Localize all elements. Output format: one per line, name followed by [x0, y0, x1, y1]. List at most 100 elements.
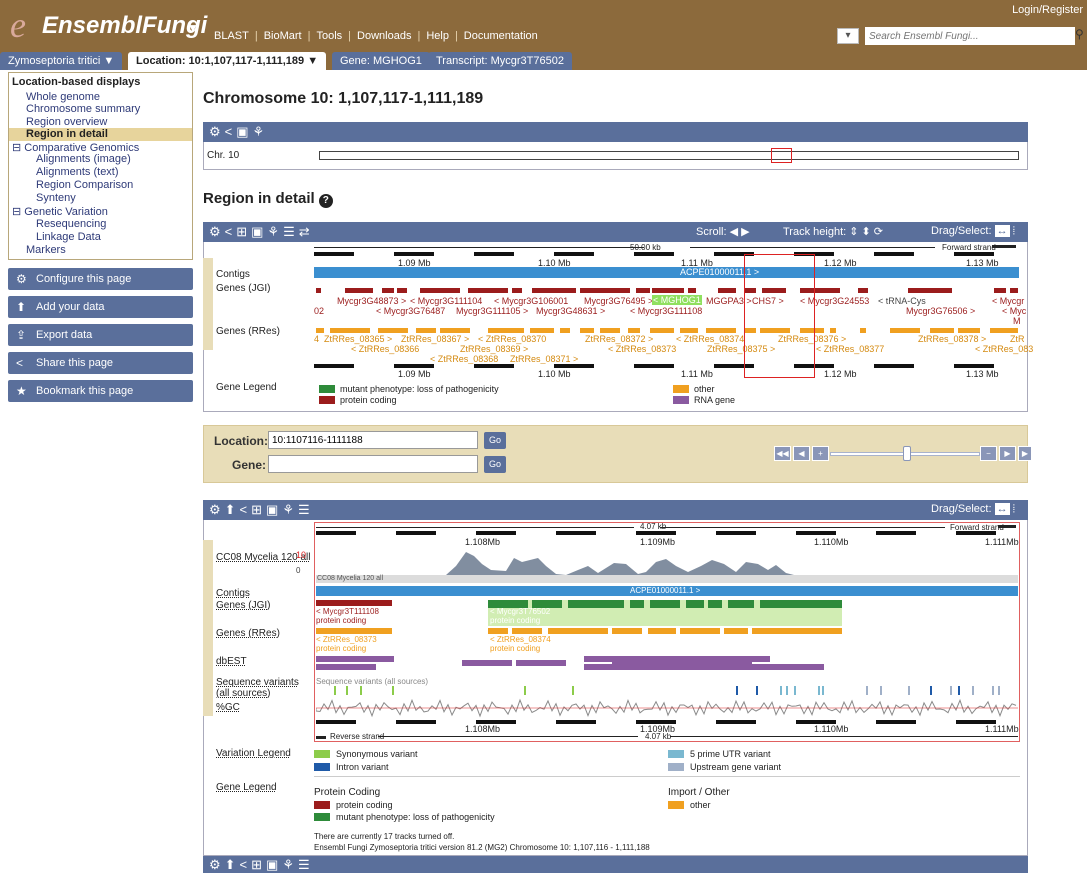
gene-label[interactable]: 4 — [314, 334, 319, 344]
search-scope-dropdown[interactable]: ▾ — [837, 28, 859, 44]
variant-mark[interactable] — [780, 686, 782, 695]
transcript-label[interactable]: < Mycgr3T111108 protein coding — [316, 607, 379, 625]
drag-select-control[interactable]: Drag/Select: ↔ ⦙ — [931, 503, 1015, 516]
sidebar-item-linkage-data[interactable]: Linkage Data — [36, 231, 101, 243]
gene-bar[interactable] — [548, 628, 608, 634]
variant-mark[interactable] — [880, 686, 882, 695]
sidebar-item-markers[interactable]: Markers — [26, 244, 66, 256]
variant-mark[interactable] — [992, 686, 994, 695]
gene-label[interactable]: < ZtRRes_08377 — [816, 344, 884, 354]
panel-tool-icons[interactable]: ⚙<⊞▣⚘☰⇄ — [209, 224, 314, 240]
gene-label[interactable]: 02 — [314, 306, 324, 316]
sidebar-item-alignments-text[interactable]: Alignments (text) — [36, 166, 119, 178]
gene-bar[interactable] — [345, 288, 373, 293]
gene-label[interactable]: ZtRRes_08371 > — [510, 354, 578, 364]
gene-bar[interactable] — [468, 288, 508, 293]
variant-mark[interactable] — [392, 686, 394, 695]
track-handle[interactable] — [203, 258, 213, 350]
gene-bar[interactable] — [688, 288, 696, 293]
variant-mark[interactable] — [572, 686, 574, 695]
login-register-link[interactable]: Login/Register — [1012, 4, 1083, 16]
gene-label[interactable]: Mycgr3G48631 > — [536, 306, 605, 316]
gene-label-mghog1[interactable]: < MGHOG1 — [652, 295, 702, 305]
zoom-in-icon[interactable]: + — [812, 446, 829, 461]
gene-bar[interactable] — [994, 288, 1006, 293]
gene-label[interactable]: < ZtRRes_08366 — [351, 344, 419, 354]
variant-mark[interactable] — [930, 686, 932, 695]
variant-mark[interactable] — [756, 686, 758, 695]
gene-bar[interactable] — [650, 600, 680, 608]
gene-bar[interactable] — [630, 600, 644, 608]
track-label-dbest[interactable]: dbEST — [216, 656, 247, 667]
sidebar-item-resequencing[interactable]: Resequencing — [36, 218, 106, 230]
gene-bar[interactable] — [330, 328, 370, 333]
gene-bar[interactable] — [686, 600, 704, 608]
gene-bar[interactable] — [1012, 328, 1018, 333]
ensembl-logo-icon[interactable]: e — [10, 7, 26, 43]
transcript-bar[interactable] — [316, 600, 392, 606]
drag-select-control[interactable]: Drag/Select: ↔ ⦙ — [931, 225, 1015, 238]
variant-mark[interactable] — [794, 686, 796, 695]
gene-label[interactable]: ZtRRes_08369 > — [460, 344, 528, 354]
bookmark-page-button[interactable]: ★ Bookmark this page — [8, 380, 193, 402]
gene-bar[interactable] — [890, 328, 920, 333]
variant-mark[interactable] — [524, 686, 526, 695]
track-label-contigs[interactable]: Contigs — [216, 588, 250, 599]
collapse-icon[interactable]: ⊟ — [12, 206, 24, 218]
track-handle[interactable] — [203, 540, 213, 716]
gene-label[interactable]: < ZtRRes_083 — [975, 344, 1033, 354]
gene-label[interactable]: ZtRRes_08365 > — [324, 334, 392, 344]
zoom-out-icon[interactable]: − — [980, 446, 997, 461]
gene-label[interactable]: Mycgr3G111105 > — [456, 306, 528, 316]
jump-back-icon[interactable]: ◀◀ — [774, 446, 791, 461]
gene-label[interactable]: < ZtRRes_08370 — [478, 334, 546, 344]
gene-bar[interactable] — [728, 600, 754, 608]
gene-label[interactable]: ZtRRes_08378 > — [918, 334, 986, 344]
zoom-slider-handle[interactable] — [903, 446, 911, 461]
add-data-button[interactable]: ⬆ Add your data — [8, 296, 193, 318]
scroll-control[interactable]: Scroll: ◀ ▶ — [696, 225, 750, 238]
nav-documentation[interactable]: Documentation — [458, 30, 544, 42]
search-icon[interactable]: ⚲ — [1075, 27, 1084, 41]
variant-mark[interactable] — [908, 686, 910, 695]
help-icon[interactable]: ? — [318, 194, 333, 208]
gene-bar[interactable] — [648, 628, 676, 634]
gene-bar[interactable] — [650, 328, 674, 333]
location-go-button[interactable]: Go — [484, 432, 506, 449]
track-label-gc[interactable]: %GC — [216, 702, 240, 713]
gene-label[interactable]: < Mycgr3G76487 — [376, 306, 445, 316]
nav-tools[interactable]: Tools — [310, 30, 348, 42]
tab-species[interactable]: Zymoseptoria tritici ▼ — [0, 52, 123, 70]
track-label-genes-jgi[interactable]: Genes (JGI) — [216, 600, 270, 611]
variant-mark[interactable] — [866, 686, 868, 695]
gene-bar[interactable] — [612, 628, 642, 634]
jump-forward-icon[interactable]: ▶ — [1018, 446, 1032, 461]
gene-bar[interactable] — [512, 288, 522, 293]
gene-bar[interactable] — [560, 328, 570, 333]
gene-bar[interactable] — [752, 628, 842, 634]
gene-bar[interactable] — [378, 328, 408, 333]
sidebar-item-alignments-image[interactable]: Alignments (image) — [36, 153, 131, 165]
gene-label[interactable]: < ZtRRes_08368 — [430, 354, 498, 364]
contig-bar[interactable] — [314, 267, 1019, 278]
gene-bar[interactable] — [440, 328, 470, 333]
location-input[interactable] — [268, 431, 478, 449]
step-forward-icon[interactable]: ▶ — [999, 446, 1016, 461]
share-page-button[interactable]: < Share this page — [8, 352, 193, 374]
gene-bar[interactable] — [532, 288, 576, 293]
gene-bar[interactable] — [858, 288, 868, 293]
gene-bar[interactable] — [580, 288, 630, 293]
gene-bar[interactable] — [636, 288, 650, 293]
gene-bar[interactable] — [600, 328, 620, 333]
gene-bar[interactable] — [908, 288, 952, 293]
chromosome-ideogram[interactable] — [319, 151, 1019, 160]
tab-gene[interactable]: Gene: MGHOG1 — [332, 52, 430, 70]
gene-label[interactable]: < Mycgr3G111104 — [410, 296, 482, 306]
panel-tool-icons[interactable]: ⚙<▣⚘ — [209, 124, 268, 140]
panel-tool-icons[interactable]: ⚙⬆<⊞▣⚘☰ — [209, 502, 314, 518]
gene-bar[interactable] — [488, 628, 508, 634]
gene-bar[interactable] — [860, 328, 866, 333]
gene-label[interactable]: ZtR — [1010, 334, 1025, 344]
variant-mark[interactable] — [998, 686, 1000, 695]
variant-mark[interactable] — [360, 686, 362, 695]
